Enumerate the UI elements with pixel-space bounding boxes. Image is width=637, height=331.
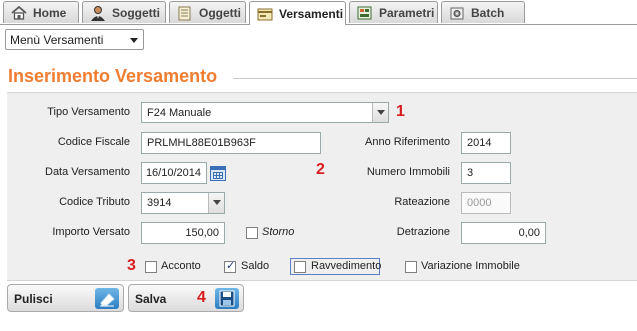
settings-icon [356,5,374,21]
salva-button[interactable]: Salva 4 [128,284,244,312]
tab-home-label: Home [33,5,67,20]
storno-label: Storno [262,226,295,238]
codice-tributo-select[interactable]: 3914 [141,192,225,214]
marker-3: 3 [127,257,136,274]
numero-immobili-label: Numero Immobili [366,166,450,178]
batch-icon [448,5,466,21]
tab-parametri[interactable]: Parametri [349,1,438,23]
eraser-icon [95,288,119,309]
tab-batch[interactable]: Batch [441,1,525,23]
saldo-label: Saldo [241,260,270,272]
pulisci-button[interactable]: Pulisci [7,284,124,312]
tab-parametri-label: Parametri [379,5,435,20]
user-icon [89,5,107,21]
importo-versato-label: Importo Versato [52,226,130,238]
marker-2: 2 [316,161,325,178]
menu-select-value: Menù Versamenti [10,32,104,47]
tab-oggetti[interactable]: Oggetti [169,1,246,23]
anno-riferimento-input[interactable]: 2014 [461,132,511,154]
salva-button-label: Salva [135,292,167,306]
title-divider [233,78,637,79]
ravvedimento-label: Ravvedimento [311,260,382,272]
ravvedimento-checkbox[interactable] [294,261,306,273]
importo-versato-input[interactable]: 150,00 [141,222,225,244]
calendar-icon[interactable] [210,166,226,181]
data-versamento-label: Data Versamento [45,166,130,178]
numero-immobili-input[interactable]: 3 [461,162,511,184]
tipo-versamento-select[interactable]: F24 Manuale [141,102,389,123]
chevron-down-icon [208,193,224,213]
rateazione-label: Rateazione [394,196,450,208]
data-versamento-input[interactable]: 16/10/2014 [141,162,207,184]
detrazione-input[interactable]: 0,00 [461,222,546,244]
tab-home[interactable]: Home [3,1,79,23]
variazione-immobile-checkbox[interactable] [405,261,417,273]
page-title: Inserimento Versamento [8,66,218,86]
tab-soggetti[interactable]: Soggetti [82,1,166,23]
acconto-label: Acconto [161,260,201,272]
rateazione-input[interactable]: 0000 [461,192,511,214]
home-icon [10,5,28,21]
saldo-checkbox[interactable] [224,259,236,273]
tab-oggetti-label: Oggetti [199,5,241,20]
chevron-down-icon [372,103,388,122]
payment-icon [256,6,274,22]
tab-versamenti[interactable]: Versamenti [249,1,346,25]
codice-tributo-value: 3914 [147,197,172,209]
tipo-versamento-value: F24 Manuale [147,106,212,119]
tab-bar: Home Soggetti Oggetti Versamenti Paramet… [0,0,637,25]
codice-fiscale-input[interactable]: PRLMHL88E01B963F [141,132,321,154]
acconto-checkbox[interactable] [145,261,157,273]
marker-1: 1 [396,103,405,120]
document-icon [176,5,194,21]
codice-fiscale-label: Codice Fiscale [57,136,130,148]
tab-versamenti-label: Versamenti [279,6,344,21]
detrazione-label: Detrazione [396,226,450,238]
pulisci-button-label: Pulisci [14,292,53,306]
anno-riferimento-label: Anno Riferimento [365,136,450,148]
storno-checkbox[interactable] [246,227,258,239]
save-icon [215,288,239,309]
tab-batch-label: Batch [471,5,505,20]
tipo-versamento-label: Tipo Versamento [47,106,130,118]
marker-4: 4 [197,289,206,306]
variazione-immobile-label: Variazione Immobile [421,260,520,272]
chevron-down-icon [130,38,138,43]
codice-tributo-label: Codice Tributo [59,196,130,208]
menu-select[interactable]: Menù Versamenti [5,29,144,50]
tab-soggetti-label: Soggetti [112,5,160,20]
